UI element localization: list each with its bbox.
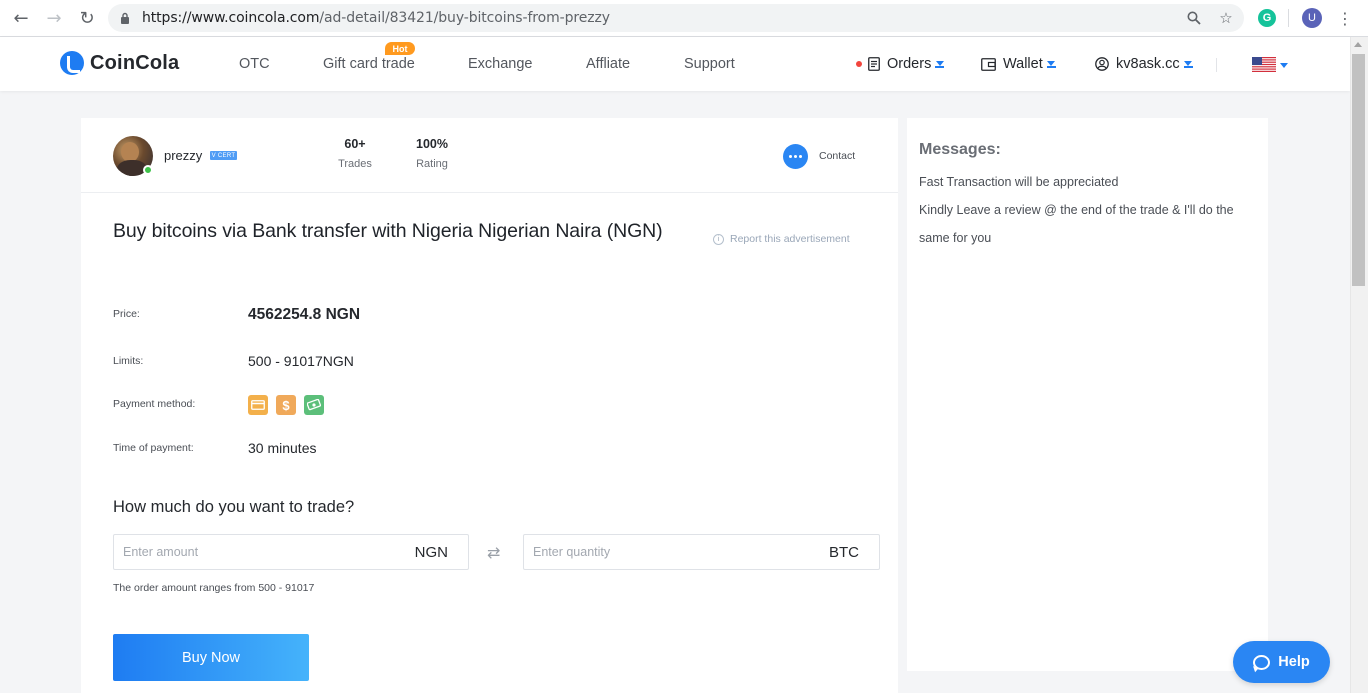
trades-value: 60+ xyxy=(344,137,366,151)
amount-range-note: The order amount ranges from 500 - 91017 xyxy=(113,582,315,594)
back-icon[interactable]: ← xyxy=(9,7,33,29)
chat-icon[interactable] xyxy=(783,144,808,169)
price-value: 4562254.8 NGN xyxy=(248,306,361,323)
address-bar[interactable]: https://www.coincola.com/ad-detail/83421… xyxy=(108,4,1244,32)
header-divider xyxy=(1216,58,1217,72)
zoom-icon[interactable] xyxy=(1185,9,1203,27)
hot-badge: Hot xyxy=(385,42,415,55)
swap-icon: ⇄ xyxy=(487,543,501,562)
quantity-input[interactable] xyxy=(533,543,773,561)
amount-unit: NGN xyxy=(414,544,448,561)
payment-method-label: Payment method: xyxy=(113,398,196,410)
help-label: Help xyxy=(1278,654,1310,670)
message-line: Fast Transaction will be appreciated xyxy=(919,175,1119,189)
orders-label: Orders xyxy=(887,56,932,72)
logo-text: CoinCola xyxy=(90,51,180,74)
coincola-logo-icon xyxy=(60,51,84,75)
reload-icon[interactable]: ↻ xyxy=(75,7,99,29)
user-label: kv8ask.cc xyxy=(1116,56,1180,72)
rating-label: Rating xyxy=(416,158,448,170)
orders-icon xyxy=(868,57,880,71)
chat-bubble-icon xyxy=(1253,654,1271,670)
trades-stat: 60+ Trades xyxy=(335,137,375,170)
cash-icon xyxy=(304,395,324,415)
url-path: /ad-detail/83421/buy-bitcoins-from-prezz… xyxy=(319,10,610,26)
amount-input[interactable] xyxy=(123,543,363,561)
payment-methods: $ xyxy=(248,395,324,415)
browser-toolbar: ← → ↻ https://www.coincola.com/ad-detail… xyxy=(0,0,1368,37)
help-button[interactable]: Help xyxy=(1233,641,1330,683)
browser-menu-icon[interactable]: ⋮ xyxy=(1337,7,1353,29)
forward-icon[interactable]: → xyxy=(42,7,66,29)
notification-dot xyxy=(856,61,862,67)
wallet-menu[interactable]: Wallet xyxy=(981,56,1056,72)
info-icon: i xyxy=(713,233,724,245)
dollar-icon: $ xyxy=(276,395,296,415)
site-header: CoinCola OTC Gift card trade Exchange Af… xyxy=(0,37,1350,91)
report-ad-link[interactable]: i Report this advertisement xyxy=(713,233,850,245)
orders-menu[interactable]: Orders xyxy=(856,56,945,72)
user-icon xyxy=(1095,57,1109,71)
user-caret-icon xyxy=(1183,60,1193,68)
time-of-payment-label: Time of payment: xyxy=(113,442,194,454)
toolbar-divider xyxy=(1288,9,1289,27)
trades-label: Trades xyxy=(338,158,372,170)
nav-support[interactable]: Support xyxy=(684,56,735,72)
user-menu[interactable]: kv8ask.cc xyxy=(1095,56,1193,72)
us-flag-icon xyxy=(1252,57,1276,72)
nav-otc[interactable]: OTC xyxy=(239,56,270,72)
messages-title: Messages: xyxy=(919,141,1001,158)
limits-label: Limits: xyxy=(113,355,144,367)
url-host: https://www.coincola.com xyxy=(142,10,320,26)
nav-gift-card-trade[interactable]: Gift card trade xyxy=(323,56,415,72)
grammarly-extension-icon[interactable]: G xyxy=(1258,9,1276,27)
price-label: Price: xyxy=(113,308,140,320)
wallet-caret-icon xyxy=(1046,60,1056,68)
language-menu[interactable] xyxy=(1252,57,1292,73)
bookmark-star-icon[interactable]: ☆ xyxy=(1217,9,1235,27)
scroll-up-icon[interactable] xyxy=(1354,42,1362,47)
online-status-dot xyxy=(143,165,153,175)
quantity-unit: BTC xyxy=(829,544,859,561)
rating-stat: 100% Rating xyxy=(412,137,452,170)
quantity-input-box: BTC xyxy=(523,534,880,570)
merchant-row: prezzy V CERT 60+ Trades 100% Rating Con… xyxy=(81,118,898,193)
language-caret-icon xyxy=(1280,63,1288,68)
nav-affliate[interactable]: Affliate xyxy=(586,56,630,72)
trade-question: How much do you want to trade? xyxy=(113,498,355,516)
ad-title: Buy bitcoins via Bank transfer with Nige… xyxy=(113,220,663,242)
wallet-label: Wallet xyxy=(1003,56,1043,72)
messages-card: Messages: Fast Transaction will be appre… xyxy=(907,118,1268,671)
nav-exchange[interactable]: Exchange xyxy=(468,56,533,72)
rating-value: 100% xyxy=(416,137,448,151)
profile-avatar[interactable]: U xyxy=(1302,8,1322,28)
amount-input-box: NGN xyxy=(113,534,469,570)
certified-badge: V CERT xyxy=(210,151,237,160)
merchant-name[interactable]: prezzy xyxy=(164,148,202,163)
time-of-payment-value: 30 minutes xyxy=(248,440,317,456)
coincola-logo[interactable]: CoinCola xyxy=(60,51,179,75)
url-text: https://www.coincola.com/ad-detail/83421… xyxy=(142,10,610,26)
report-label: Report this advertisement xyxy=(730,233,850,245)
ad-detail-card: prezzy V CERT 60+ Trades 100% Rating Con… xyxy=(81,118,898,693)
orders-caret-icon xyxy=(935,60,945,68)
message-line: Kindly Leave a review @ the end of the t… xyxy=(919,203,1234,217)
contact-link[interactable]: Contact xyxy=(819,150,855,162)
card-icon xyxy=(248,395,268,415)
wallet-icon xyxy=(981,57,996,71)
message-line: same for you xyxy=(919,231,992,245)
scrollbar-thumb[interactable] xyxy=(1352,54,1365,286)
lock-icon xyxy=(121,12,129,24)
limits-value: 500 - 91017NGN xyxy=(248,353,354,369)
buy-now-button[interactable]: Buy Now xyxy=(113,634,309,681)
